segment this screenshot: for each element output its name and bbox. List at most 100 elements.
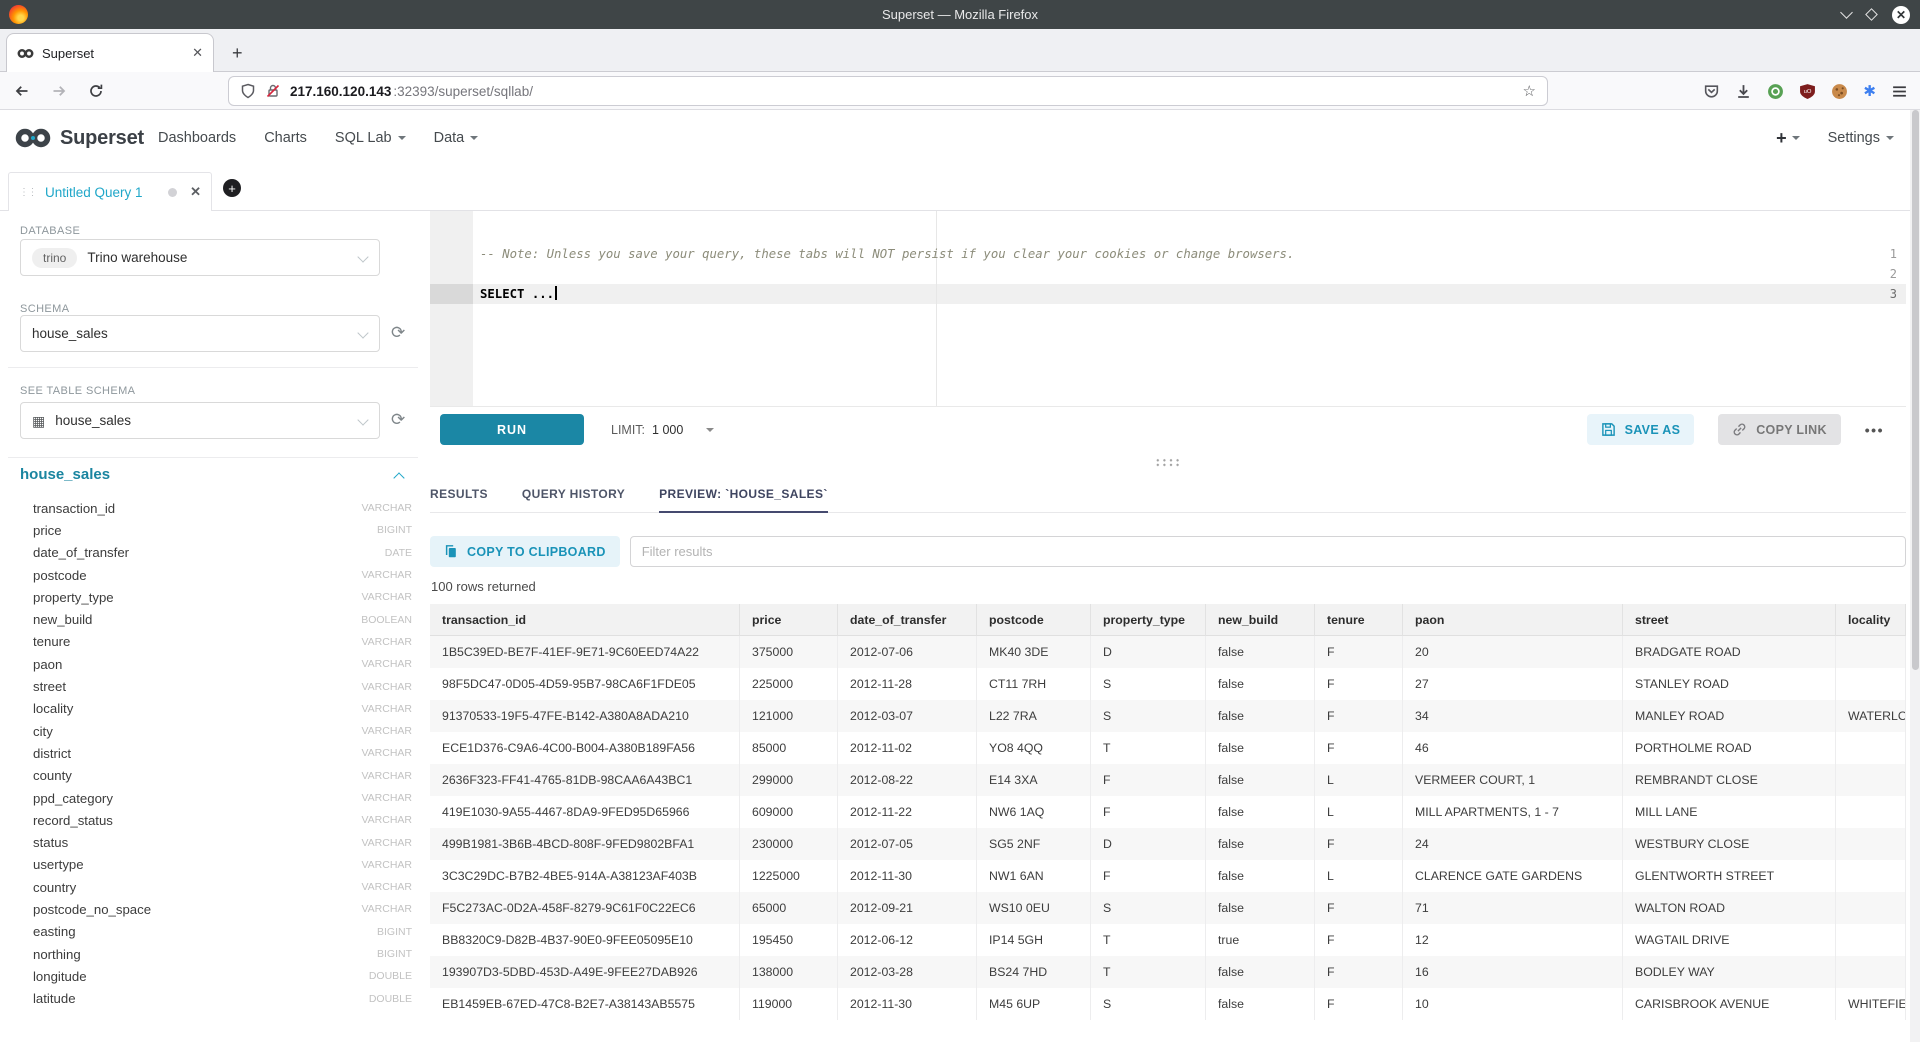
column-item[interactable]: paonVARCHAR — [0, 653, 430, 675]
column-item[interactable]: eastingBIGINT — [0, 921, 430, 943]
column-item[interactable]: cityVARCHAR — [0, 720, 430, 742]
table-cell: F — [1315, 668, 1403, 700]
superset-logo[interactable]: Superset — [14, 127, 144, 150]
scrollbar-thumb[interactable] — [1912, 110, 1919, 670]
column-item[interactable]: countyVARCHAR — [0, 765, 430, 787]
settings-menu[interactable]: Settings — [1828, 130, 1894, 146]
column-item[interactable]: ppd_categoryVARCHAR — [0, 787, 430, 809]
hamburger-menu-icon[interactable] — [1891, 83, 1908, 100]
column-item[interactable]: districtVARCHAR — [0, 742, 430, 764]
column-header-transaction_id[interactable]: transaction_id — [430, 604, 740, 636]
tab-results[interactable]: RESULTS — [430, 473, 488, 512]
column-header-tenure[interactable]: tenure — [1315, 604, 1403, 636]
filter-results-input[interactable] — [630, 536, 1906, 567]
copy-to-clipboard-button[interactable]: COPY TO CLIPBOARD — [430, 536, 620, 567]
downloads-icon[interactable] — [1735, 83, 1752, 100]
database-select[interactable]: trino Trino warehouse — [20, 239, 380, 276]
new-tab-button[interactable]: + — [232, 44, 243, 62]
column-header-street[interactable]: street — [1623, 604, 1836, 636]
window-close-icon[interactable]: ✕ — [1892, 6, 1910, 24]
results-actions: COPY TO CLIPBOARD — [430, 536, 1906, 567]
table-cell: T — [1091, 732, 1206, 764]
column-item[interactable]: latitudeDOUBLE — [0, 988, 430, 1010]
tab-preview-house-sales[interactable]: PREVIEW: `HOUSE_SALES` — [659, 473, 828, 512]
copy-link-button[interactable]: COPY LINK — [1718, 414, 1841, 445]
column-header-paon[interactable]: paon — [1403, 604, 1623, 636]
privacy-extension-icon[interactable] — [1767, 83, 1784, 100]
table-select[interactable]: ▦ house_sales — [20, 402, 380, 439]
refresh-schemas-icon[interactable]: ⟳ — [391, 324, 405, 341]
column-item[interactable]: northingBIGINT — [0, 943, 430, 965]
add-new-button[interactable]: + — [1776, 128, 1800, 149]
tab-close-icon[interactable]: ✕ — [192, 45, 203, 61]
save-as-button[interactable]: SAVE AS — [1587, 414, 1695, 445]
limit-control[interactable]: LIMIT: 1 000 — [611, 423, 714, 437]
insecure-lock-icon[interactable] — [265, 83, 281, 99]
containers-extension-icon[interactable]: ✱ — [1863, 84, 1876, 99]
column-header-date_of_transfer[interactable]: date_of_transfer — [838, 604, 977, 636]
column-type: VARCHAR — [361, 591, 412, 603]
tab-query-history[interactable]: QUERY HISTORY — [522, 473, 625, 512]
column-item[interactable]: transaction_idVARCHAR — [0, 497, 430, 519]
back-icon[interactable] — [14, 83, 30, 99]
column-header-postcode[interactable]: postcode — [977, 604, 1091, 636]
column-item[interactable]: longitudeDOUBLE — [0, 965, 430, 987]
column-type: VARCHAR — [361, 703, 412, 715]
column-item[interactable]: localityVARCHAR — [0, 698, 430, 720]
column-item[interactable]: postcodeVARCHAR — [0, 564, 430, 586]
column-name: county — [33, 768, 361, 783]
browser-tab-superset[interactable]: Superset ✕ — [6, 33, 214, 72]
table-cell: 119000 — [740, 988, 838, 1020]
column-item[interactable]: tenureVARCHAR — [0, 631, 430, 653]
column-item[interactable]: property_typeVARCHAR — [0, 586, 430, 608]
add-query-tab-button[interactable]: + — [223, 179, 241, 197]
nav-item-sql-lab[interactable]: SQL Lab — [321, 130, 420, 146]
chevron-down-icon — [470, 136, 478, 140]
column-item[interactable]: date_of_transferDATE — [0, 542, 430, 564]
table-cell — [1836, 892, 1906, 924]
drag-handle-icon[interactable]: ⋮⋮ — [19, 187, 36, 198]
column-name: record_status — [33, 813, 361, 828]
column-item[interactable]: postcode_no_spaceVARCHAR — [0, 898, 430, 920]
column-header-new_build[interactable]: new_build — [1206, 604, 1315, 636]
table-cell — [1836, 732, 1906, 764]
chevron-down-icon — [706, 428, 714, 432]
page-scrollbar[interactable] — [1910, 110, 1920, 1042]
table-schema-title[interactable]: house_sales — [20, 466, 110, 483]
column-item[interactable]: usertypeVARCHAR — [0, 854, 430, 876]
ublock-icon[interactable]: uO — [1799, 83, 1816, 100]
query-tab-untitled[interactable]: ⋮⋮ Untitled Query 1 ✕ — [8, 172, 212, 211]
window-maximize-icon[interactable] — [1865, 8, 1878, 21]
window-minimize-icon[interactable] — [1840, 6, 1853, 19]
reload-icon[interactable] — [88, 83, 104, 99]
refresh-tables-icon[interactable]: ⟳ — [391, 411, 405, 428]
sql-code-editor[interactable]: 1 2 3 -- Note: Unless you save your quer… — [430, 211, 1906, 406]
column-header-locality[interactable]: locality — [1836, 604, 1906, 636]
column-item[interactable]: record_statusVARCHAR — [0, 809, 430, 831]
pocket-icon[interactable] — [1703, 83, 1720, 100]
table-cell: 2012-11-30 — [838, 988, 977, 1020]
forward-icon[interactable] — [51, 83, 67, 99]
column-item[interactable]: new_buildBOOLEAN — [0, 608, 430, 630]
column-item[interactable]: statusVARCHAR — [0, 831, 430, 853]
column-header-property_type[interactable]: property_type — [1091, 604, 1206, 636]
table-cell: 34 — [1403, 700, 1623, 732]
column-type: VARCHAR — [361, 636, 412, 648]
schema-select[interactable]: house_sales — [20, 315, 380, 352]
nav-item-dashboards[interactable]: Dashboards — [144, 130, 250, 146]
nav-item-data[interactable]: Data — [420, 130, 493, 146]
run-button[interactable]: RUN — [440, 414, 584, 445]
column-item[interactable]: priceBIGINT — [0, 519, 430, 541]
collapse-chevron-up-icon[interactable] — [393, 472, 404, 483]
nav-item-charts[interactable]: Charts — [250, 130, 321, 146]
more-actions-button[interactable]: ••• — [1865, 422, 1884, 438]
bookmark-star-icon[interactable]: ☆ — [1523, 82, 1536, 100]
pane-resize-handle[interactable] — [1155, 458, 1182, 467]
url-bar[interactable]: 217.160.120.143 :32393/superset/sqllab/ … — [228, 76, 1548, 106]
cookie-extension-icon[interactable] — [1831, 83, 1848, 100]
column-header-price[interactable]: price — [740, 604, 838, 636]
query-tab-close-icon[interactable]: ✕ — [190, 184, 201, 200]
shield-permissions-icon[interactable] — [240, 83, 256, 99]
column-item[interactable]: countryVARCHAR — [0, 876, 430, 898]
column-item[interactable]: streetVARCHAR — [0, 675, 430, 697]
